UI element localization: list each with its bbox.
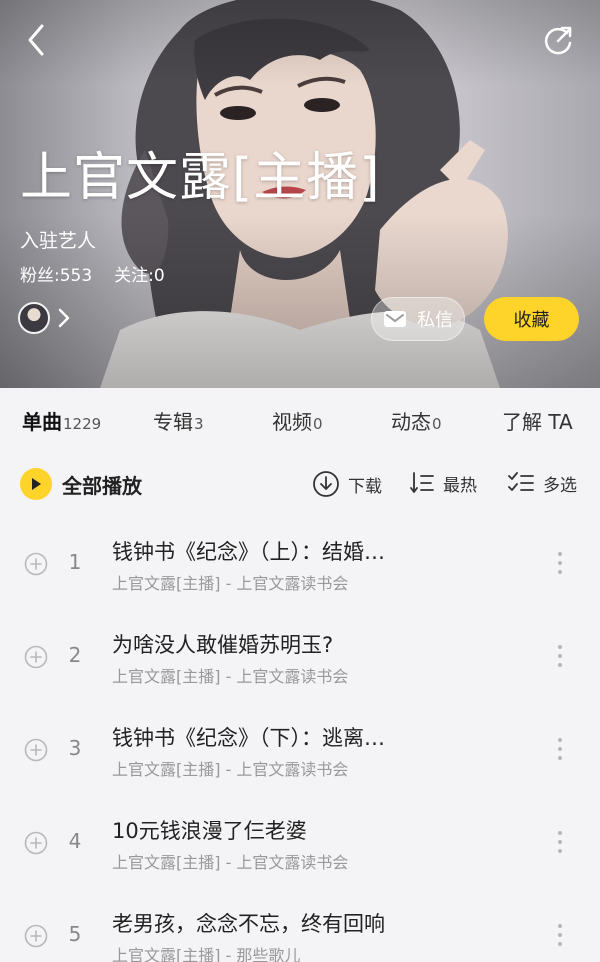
track-title: 为啥没人敢催婚苏明玉?: [112, 633, 334, 657]
track-title: 10元钱浪漫了仨老婆: [112, 819, 307, 843]
track-row[interactable]: 5 老男孩，念念不忘，终有回响上官文露[主播] - 那些歌儿: [0, 888, 600, 962]
tab-videos[interactable]: 视频0: [272, 406, 323, 440]
add-icon[interactable]: [24, 924, 48, 948]
back-icon[interactable]: [20, 20, 54, 60]
more-icon[interactable]: [548, 548, 572, 578]
sort-label: 最热: [443, 475, 477, 496]
tab-count: 1229: [63, 415, 102, 433]
message-button[interactable]: 私信: [371, 297, 465, 341]
tab-label: 专辑: [153, 410, 193, 434]
tab-label: 视频: [272, 410, 312, 434]
track-title: 老男孩，念念不忘，终有回响: [112, 912, 385, 936]
fans-count[interactable]: 粉丝:553: [20, 266, 92, 286]
artist-name: 上官文露[主播]: [20, 148, 381, 208]
more-icon[interactable]: [548, 920, 572, 950]
track-index: 3: [68, 736, 82, 760]
share-icon[interactable]: [541, 23, 575, 57]
track-subtitle: 上官文露[主播] - 上官文露读书会: [112, 760, 349, 779]
add-icon[interactable]: [24, 831, 48, 855]
track-subtitle: 上官文露[主播] - 上官文露读书会: [112, 853, 349, 872]
favorite-button[interactable]: 收藏: [484, 297, 579, 341]
track-index: 5: [68, 922, 82, 946]
multiselect-icon: [508, 472, 534, 491]
download-icon: [313, 471, 339, 497]
track-row[interactable]: 3 钱钟书《纪念》（下）：逃离… 上官文露[主播] - 上官文露读书会: [0, 702, 600, 795]
add-icon[interactable]: [24, 645, 48, 669]
track-row[interactable]: 1 钱钟书《纪念》（上）：结婚… 上官文露[主播] - 上官文露读书会: [0, 516, 600, 609]
more-icon[interactable]: [548, 734, 572, 764]
following-count[interactable]: 关注:0: [114, 266, 165, 286]
track-index: 4: [68, 829, 82, 853]
status-bar: [0, 0, 600, 6]
play-icon: [20, 468, 52, 500]
track-title: 钱钟书《纪念》（下）：逃离…: [112, 726, 385, 750]
download-label: 下载: [348, 476, 382, 497]
play-all-label: 全部播放: [62, 473, 142, 498]
tab-label: 动态: [391, 410, 431, 434]
tab-activity[interactable]: 动态0: [391, 406, 442, 440]
tab-about[interactable]: 了解 TA: [502, 406, 573, 440]
track-index: 2: [68, 643, 82, 667]
play-all-button[interactable]: 全部播放: [20, 468, 142, 500]
track-title: 钱钟书《纪念》（上）：结婚…: [112, 540, 385, 564]
multiselect-label: 多选: [543, 475, 577, 496]
more-icon[interactable]: [548, 827, 572, 857]
list-toolbar: 全部播放 下载 最热 多选: [0, 454, 600, 516]
more-icon[interactable]: [548, 641, 572, 671]
track-list: 1 钱钟书《纪念》（上）：结婚… 上官文露[主播] - 上官文露读书会 2 为啥没人敢催…: [0, 516, 600, 962]
tab-singles[interactable]: 单曲1229: [22, 406, 101, 440]
tab-count: 0: [313, 415, 323, 433]
favorite-label: 收藏: [513, 310, 550, 331]
track-subtitle: 上官文露[主播] - 上官文露读书会: [112, 574, 349, 593]
track-row[interactable]: 2 为啥没人敢催婚苏明玉? 上官文露[主播] - 上官文露读书会: [0, 609, 600, 702]
artist-verified-tag: 入驻艺人: [20, 230, 97, 252]
tab-bar: 单曲1229 专辑3 视频0 动态0 了解 TA: [0, 388, 600, 454]
tab-count: 3: [194, 415, 204, 433]
track-subtitle: 上官文露[主播] - 上官文露读书会: [112, 667, 349, 686]
multiselect-button[interactable]: 多选: [507, 470, 577, 496]
tab-label: 了解 TA: [502, 410, 573, 434]
tab-count: 0: [432, 415, 442, 433]
track-row[interactable]: 4 10元钱浪漫了仨老婆上官文露[主播] - 上官文露读书会: [0, 795, 600, 888]
mail-icon: [384, 311, 406, 327]
track-index: 1: [68, 550, 82, 574]
add-icon[interactable]: [24, 738, 48, 762]
sort-button[interactable]: 最热: [409, 470, 477, 496]
add-icon[interactable]: [24, 552, 48, 576]
track-subtitle: 上官文露[主播] - 那些歌儿: [112, 946, 301, 962]
tab-albums[interactable]: 专辑3: [153, 406, 204, 440]
download-button[interactable]: 下载: [312, 470, 382, 498]
chevron-right-icon[interactable]: [56, 306, 72, 330]
message-label: 私信: [417, 310, 453, 331]
tab-label: 单曲: [22, 410, 62, 434]
avatar[interactable]: [18, 302, 50, 334]
sort-icon: [410, 472, 434, 493]
artist-stats: 粉丝:553 关注:0: [20, 261, 187, 286]
